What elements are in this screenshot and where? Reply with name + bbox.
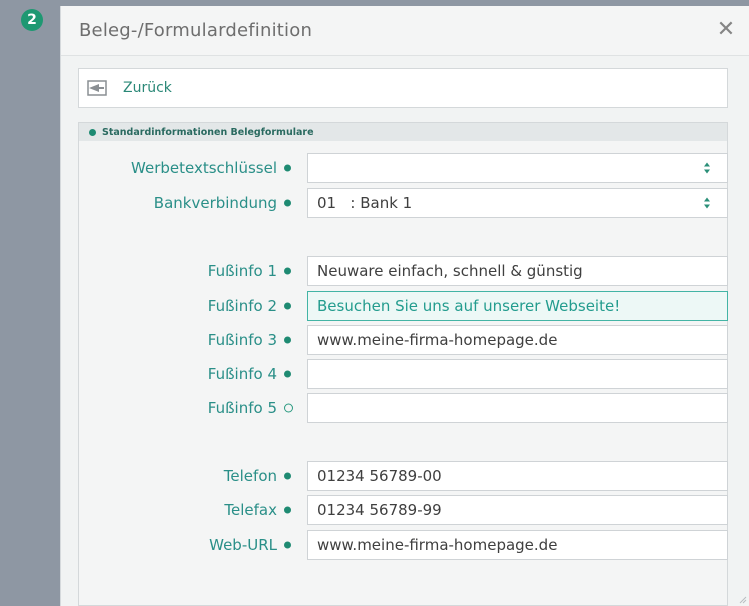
telefon-label: Telefon <box>223 467 277 485</box>
bank-label: Bankverbindung <box>153 194 277 212</box>
row-fussinfo-3: Fußinfo 3 www.meine-firma-homepage.de <box>79 325 729 355</box>
telefax-input[interactable]: 01234 56789-99 <box>307 495 728 525</box>
resize-grip-icon[interactable] <box>737 594 747 604</box>
fussinfo-3-label: Fußinfo 3 <box>207 331 277 349</box>
row-telefon: Telefon 01234 56789-00 <box>79 461 729 491</box>
row-web-url: Web-URL www.meine-firma-homepage.de <box>79 530 729 560</box>
fussinfo-5-input[interactable] <box>307 393 728 423</box>
fussinfo-5-label: Fußinfo 5 <box>207 399 277 417</box>
werbetext-label: Werbetextschlüssel <box>131 159 277 177</box>
telefax-label: Telefax <box>224 501 277 519</box>
row-werbetextschluessel: Werbetextschlüssel <box>79 153 729 183</box>
required-dot-icon <box>284 164 291 172</box>
bank-select[interactable]: 01 : Bank 1 <box>307 188 728 218</box>
standard-info-panel: Standardinformationen Belegformulare Wer… <box>78 122 728 606</box>
select-arrows-icon <box>704 197 710 209</box>
werbetext-select[interactable] <box>307 153 728 183</box>
dialog-window: Beleg-/Formulardefinition ✕ Zurück Stand… <box>60 6 749 606</box>
fussinfo-4-label: Fußinfo 4 <box>207 365 277 383</box>
back-label: Zurück <box>123 80 172 96</box>
row-fussinfo-5: Fußinfo 5 <box>79 393 729 423</box>
required-dot-icon <box>284 541 291 549</box>
row-fussinfo-2: Fußinfo 2 Besuchen Sie uns auf unserer W… <box>79 291 729 321</box>
required-dot-icon <box>284 199 291 207</box>
web-url-label: Web-URL <box>209 536 277 554</box>
required-dot-icon <box>284 370 291 378</box>
fussinfo-3-input[interactable]: www.meine-firma-homepage.de <box>307 325 728 355</box>
required-dot-icon <box>284 267 291 275</box>
fussinfo-1-input[interactable]: Neuware einfach, schnell & günstig <box>307 256 728 286</box>
panel-header: Standardinformationen Belegformulare <box>79 123 727 141</box>
back-button[interactable]: Zurück <box>78 68 728 108</box>
dialog-header: Beleg-/Formulardefinition ✕ <box>61 6 749 56</box>
select-arrows-icon <box>704 162 710 174</box>
required-dot-icon <box>284 506 291 514</box>
row-fussinfo-1: Fußinfo 1 Neuware einfach, schnell & gün… <box>79 256 729 286</box>
required-dot-icon <box>284 336 291 344</box>
fussinfo-2-label: Fußinfo 2 <box>207 297 277 315</box>
panel-title: Standardinformationen Belegformulare <box>102 126 314 138</box>
optional-dot-icon <box>284 403 293 413</box>
section-dot-icon <box>89 128 96 136</box>
required-dot-icon <box>284 472 291 480</box>
telefon-input[interactable]: 01234 56789-00 <box>307 461 728 491</box>
row-telefax: Telefax 01234 56789-99 <box>79 495 729 525</box>
row-fussinfo-4: Fußinfo 4 <box>79 359 729 389</box>
fussinfo-4-input[interactable] <box>307 359 728 389</box>
required-dot-icon <box>284 302 291 310</box>
fussinfo-2-input[interactable]: Besuchen Sie uns auf unserer Webseite! <box>307 291 728 321</box>
dialog-title: Beleg-/Formulardefinition <box>79 20 313 41</box>
web-url-input[interactable]: www.meine-firma-homepage.de <box>307 530 728 560</box>
close-icon[interactable]: ✕ <box>713 16 739 42</box>
back-arrow-icon <box>87 80 107 96</box>
fussinfo-1-label: Fußinfo 1 <box>207 262 277 280</box>
row-bankverbindung: Bankverbindung 01 : Bank 1 <box>79 188 729 218</box>
step-number-badge: 2 <box>21 9 43 31</box>
